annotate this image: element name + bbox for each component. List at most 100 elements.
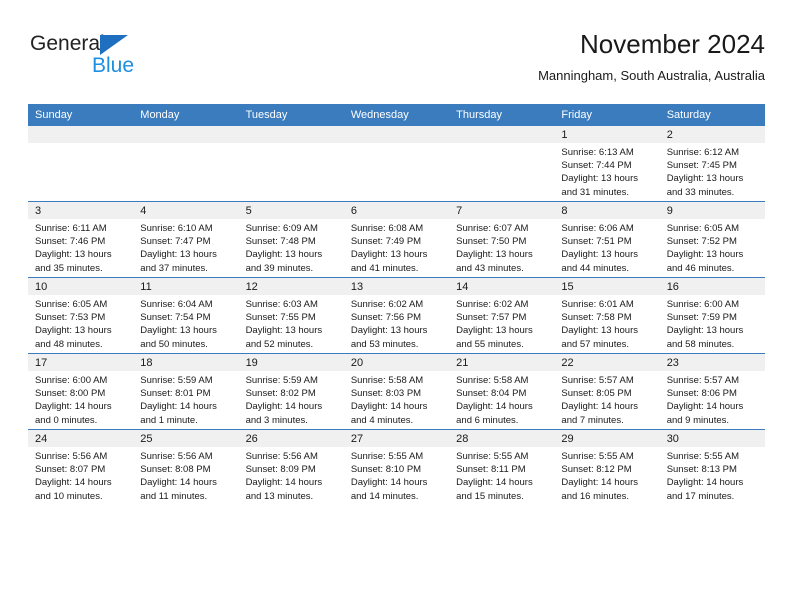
calendar-day-cell[interactable]: 3 Sunrise: 6:11 AM Sunset: 7:46 PM Daylight… (28, 201, 134, 278)
day-number: 22 (554, 354, 660, 371)
sunrise-text: Sunrise: 5:58 AM (456, 375, 529, 386)
day-details: Sunrise: 6:11 AM Sunset: 7:46 PM Daylight:… (28, 219, 133, 275)
day-details: Sunrise: 5:58 AM Sunset: 8:03 PM Daylight:… (344, 371, 449, 427)
daylight-text: Daylight: 13 hours and 35 minutes. (35, 249, 112, 274)
sunset-text: Sunset: 7:58 PM (561, 312, 632, 324)
sunset-text: Sunset: 8:06 PM (666, 388, 737, 400)
day-details: Sunrise: 5:55 AM Sunset: 8:13 PM Daylight:… (660, 447, 765, 503)
calendar-day-cell[interactable]: 13 Sunrise: 6:02 AM Sunset: 7:56 PM Dayligh… (343, 277, 450, 354)
day-number: 15 (554, 278, 660, 295)
calendar-day-cell[interactable]: 20 Sunrise: 5:58 AM Sunset: 8:03 PM Dayligh… (343, 353, 450, 430)
sunrise-text: Sunrise: 6:02 AM (350, 299, 424, 310)
calendar-day-cell[interactable]: 25 Sunrise: 5:56 AM Sunset: 8:08 PM Dayligh… (133, 429, 239, 505)
calendar-day-cell[interactable]: 22 Sunrise: 5:57 AM Sunset: 8:05 PM Dayligh… (554, 353, 660, 430)
calendar-day-cell[interactable]: 7 Sunrise: 6:07 AM Sunset: 7:50 PM Daylight… (449, 201, 555, 278)
logo-text-general: General (30, 32, 105, 55)
sunrise-text: Sunrise: 5:55 AM (456, 451, 529, 462)
sunset-text: Sunset: 7:53 PM (35, 312, 106, 324)
sunset-text: Sunset: 7:56 PM (350, 312, 422, 324)
sunset-text: Sunset: 7:51 PM (561, 236, 632, 248)
weekday-header-wednesday: Wednesday (343, 104, 450, 126)
daylight-text: Daylight: 14 hours and 13 minutes. (245, 477, 323, 502)
day-number (449, 126, 555, 143)
sunrise-text: Sunrise: 5:56 AM (35, 451, 108, 462)
sunrise-text: Sunrise: 6:05 AM (35, 299, 108, 310)
sunrise-text: Sunrise: 6:00 AM (666, 299, 740, 310)
day-number: 4 (133, 202, 239, 219)
day-details: Sunrise: 5:58 AM Sunset: 8:04 PM Daylight:… (449, 371, 554, 427)
day-number: 12 (238, 278, 344, 295)
sunset-text: Sunset: 7:50 PM (456, 236, 527, 248)
sunrise-text: Sunrise: 5:55 AM (350, 451, 424, 462)
calendar-day-cell[interactable]: 19 Sunrise: 5:59 AM Sunset: 8:02 PM Dayligh… (238, 353, 344, 430)
daylight-text: Daylight: 14 hours and 11 minutes. (140, 477, 217, 502)
calendar-day-cell[interactable]: 2 Sunrise: 6:12 AM Sunset: 7:45 PM Daylight… (659, 125, 765, 202)
daylight-text: Daylight: 14 hours and 9 minutes. (666, 401, 744, 426)
daylight-text: Daylight: 13 hours and 37 minutes. (140, 249, 217, 274)
calendar-day-cell[interactable]: 24 Sunrise: 5:56 AM Sunset: 8:07 PM Dayligh… (28, 429, 134, 505)
daylight-text: Daylight: 14 hours and 10 minutes. (35, 477, 112, 502)
calendar-day-cell[interactable]: 6 Sunrise: 6:08 AM Sunset: 7:49 PM Daylight… (343, 201, 450, 278)
day-details: Sunrise: 5:56 AM Sunset: 8:08 PM Daylight:… (133, 447, 238, 503)
daylight-text: Daylight: 13 hours and 44 minutes. (561, 249, 638, 274)
day-number: 20 (343, 354, 450, 371)
sunrise-text: Sunrise: 5:56 AM (245, 451, 318, 462)
calendar-day-cell[interactable]: 26 Sunrise: 5:56 AM Sunset: 8:09 PM Dayligh… (238, 429, 344, 505)
day-number: 5 (238, 202, 344, 219)
weekday-header-friday: Friday (554, 104, 660, 126)
calendar-day-cell[interactable]: 21 Sunrise: 5:58 AM Sunset: 8:04 PM Dayligh… (449, 353, 555, 430)
day-number: 19 (238, 354, 344, 371)
sunrise-text: Sunrise: 6:04 AM (140, 299, 213, 310)
day-details: Sunrise: 5:56 AM Sunset: 8:07 PM Daylight:… (28, 447, 133, 503)
daylight-text: Daylight: 13 hours and 46 minutes. (666, 249, 744, 274)
general-blue-logo[interactable]: General Blue (30, 32, 210, 82)
calendar-day-cell-empty (28, 125, 134, 202)
weekday-header-saturday: Saturday (659, 104, 765, 126)
calendar-day-cell[interactable]: 10 Sunrise: 6:05 AM Sunset: 7:53 PM Dayligh… (28, 277, 134, 354)
day-number: 25 (133, 430, 239, 447)
calendar-day-cell-empty (449, 125, 555, 202)
calendar-table: Sunday Monday Tuesday Wednesday Thursday… (28, 104, 765, 505)
day-number: 14 (449, 278, 555, 295)
sunset-text: Sunset: 7:57 PM (456, 312, 527, 324)
day-details: Sunrise: 5:55 AM Sunset: 8:10 PM Daylight:… (344, 447, 449, 503)
day-details: Sunrise: 6:00 AM Sunset: 8:00 PM Daylight:… (28, 371, 133, 427)
calendar-day-cell[interactable]: 29 Sunrise: 5:55 AM Sunset: 8:12 PM Dayligh… (554, 429, 660, 505)
calendar-day-cell[interactable]: 8 Sunrise: 6:06 AM Sunset: 7:51 PM Daylight… (554, 201, 660, 278)
calendar-day-cell[interactable]: 9 Sunrise: 6:05 AM Sunset: 7:52 PM Daylight… (659, 201, 765, 278)
calendar-day-cell[interactable]: 28 Sunrise: 5:55 AM Sunset: 8:11 PM Dayligh… (449, 429, 555, 505)
day-details: Sunrise: 6:05 AM Sunset: 7:52 PM Daylight:… (660, 219, 765, 275)
sunset-text: Sunset: 8:03 PM (350, 388, 422, 400)
logo-text-blue: Blue (92, 54, 135, 77)
calendar-week-row: 10 Sunrise: 6:05 AM Sunset: 7:53 PM Dayligh… (28, 277, 765, 354)
calendar-day-cell[interactable]: 27 Sunrise: 5:55 AM Sunset: 8:10 PM Dayligh… (343, 429, 450, 505)
calendar-day-cell[interactable]: 18 Sunrise: 5:59 AM Sunset: 8:01 PM Dayligh… (133, 353, 239, 430)
sunset-text: Sunset: 8:12 PM (561, 464, 632, 476)
day-details: Sunrise: 5:59 AM Sunset: 8:01 PM Daylight:… (133, 371, 238, 427)
calendar-day-cell-empty (133, 125, 239, 202)
calendar-day-cell[interactable]: 1 Sunrise: 6:13 AM Sunset: 7:44 PM Daylight… (554, 125, 660, 202)
sunrise-text: Sunrise: 5:59 AM (140, 375, 213, 386)
calendar-day-cell[interactable]: 11 Sunrise: 6:04 AM Sunset: 7:54 PM Dayligh… (133, 277, 239, 354)
sunrise-text: Sunrise: 5:57 AM (666, 375, 740, 386)
calendar-day-cell[interactable]: 16 Sunrise: 6:00 AM Sunset: 7:59 PM Dayligh… (659, 277, 765, 354)
day-details: Sunrise: 6:03 AM Sunset: 7:55 PM Daylight:… (239, 295, 344, 351)
calendar-day-cell[interactable]: 23 Sunrise: 5:57 AM Sunset: 8:06 PM Dayligh… (659, 353, 765, 430)
daylight-text: Daylight: 13 hours and 53 minutes. (350, 325, 428, 350)
sunset-text: Sunset: 8:11 PM (456, 464, 526, 476)
sunset-text: Sunset: 7:55 PM (245, 312, 316, 324)
calendar-day-cell[interactable]: 14 Sunrise: 6:02 AM Sunset: 7:57 PM Dayligh… (449, 277, 555, 354)
calendar-day-cell[interactable]: 4 Sunrise: 6:10 AM Sunset: 7:47 PM Daylight… (133, 201, 239, 278)
calendar-day-cell[interactable]: 30 Sunrise: 5:55 AM Sunset: 8:13 PM Dayligh… (659, 429, 765, 505)
calendar-day-cell[interactable]: 15 Sunrise: 6:01 AM Sunset: 7:58 PM Dayligh… (554, 277, 660, 354)
calendar-day-cell-empty (238, 125, 344, 202)
day-details: Sunrise: 6:01 AM Sunset: 7:58 PM Daylight:… (554, 295, 659, 351)
day-details: Sunrise: 6:07 AM Sunset: 7:50 PM Daylight:… (449, 219, 554, 275)
calendar-day-cell[interactable]: 17 Sunrise: 6:00 AM Sunset: 8:00 PM Dayligh… (28, 353, 134, 430)
calendar-day-cell[interactable]: 12 Sunrise: 6:03 AM Sunset: 7:55 PM Dayligh… (238, 277, 344, 354)
daylight-text: Daylight: 13 hours and 33 minutes. (666, 173, 744, 198)
daylight-text: Daylight: 13 hours and 57 minutes. (561, 325, 638, 350)
sunset-text: Sunset: 7:44 PM (561, 160, 632, 172)
sunset-text: Sunset: 8:10 PM (350, 464, 422, 476)
calendar-day-cell[interactable]: 5 Sunrise: 6:09 AM Sunset: 7:48 PM Daylight… (238, 201, 344, 278)
